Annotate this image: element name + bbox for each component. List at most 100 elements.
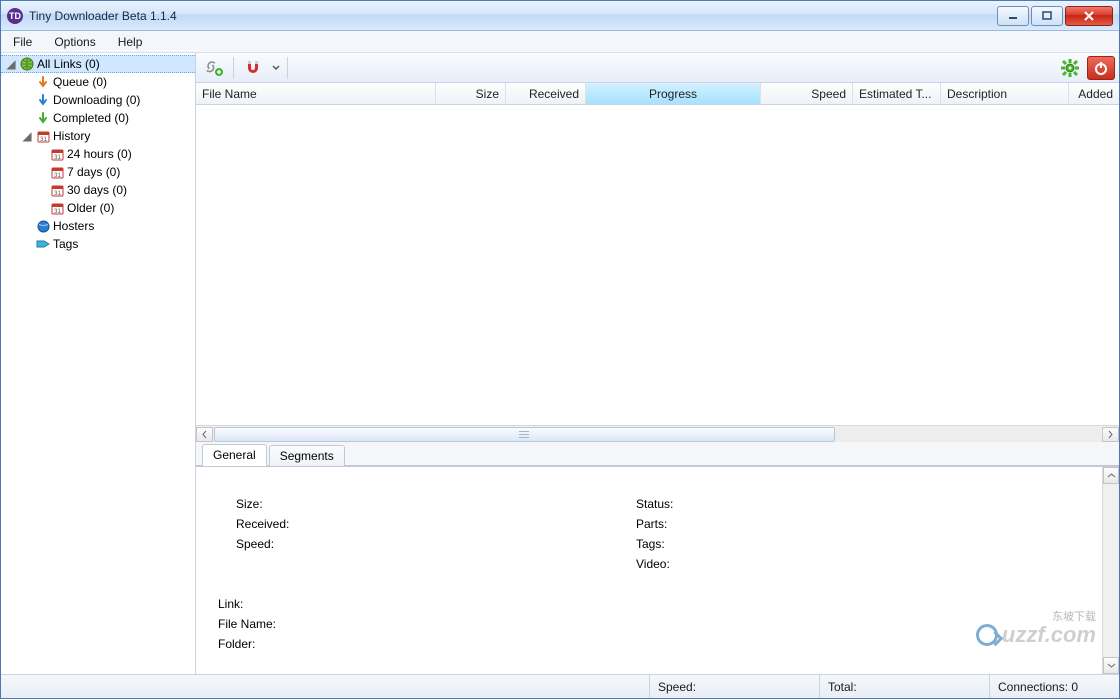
settings-button[interactable] xyxy=(1056,56,1084,80)
add-link-button[interactable] xyxy=(200,56,228,80)
scroll-thumb[interactable] xyxy=(214,427,835,442)
tree-history-7d[interactable]: 31 7 days (0) xyxy=(1,163,195,181)
tree-label: 30 days (0) xyxy=(67,183,127,197)
col-speed[interactable]: Speed xyxy=(761,83,853,104)
scroll-left-arrow[interactable] xyxy=(196,427,213,442)
tab-segments[interactable]: Segments xyxy=(269,445,345,466)
scroll-right-arrow[interactable] xyxy=(1102,427,1119,442)
power-icon xyxy=(1093,60,1109,76)
col-filename[interactable]: File Name xyxy=(196,83,436,104)
tree-label: All Links (0) xyxy=(37,57,100,71)
col-received[interactable]: Received xyxy=(506,83,586,104)
tree-completed[interactable]: Completed (0) xyxy=(1,109,195,127)
menu-options[interactable]: Options xyxy=(50,33,99,51)
app-icon: TD xyxy=(7,8,23,24)
detail-status: Status: xyxy=(636,497,976,517)
scroll-down-arrow[interactable] xyxy=(1103,657,1119,674)
globe-blue-icon xyxy=(35,218,51,234)
tree-hosters[interactable]: Hosters xyxy=(1,217,195,235)
statusbar: Speed: Total: Connections: 0 xyxy=(1,674,1119,698)
grid-header: File Name Size Received Progress Speed E… xyxy=(196,83,1119,105)
sidebar-tree[interactable]: ◢ All Links (0) Queue (0) Downloading (0… xyxy=(1,53,196,674)
tree-label: Tags xyxy=(53,237,78,251)
vertical-scrollbar[interactable] xyxy=(1102,467,1119,674)
tree-label: 7 days (0) xyxy=(67,165,120,179)
tree-label: Queue (0) xyxy=(53,75,107,89)
tree-downloading[interactable]: Downloading (0) xyxy=(1,91,195,109)
col-size[interactable]: Size xyxy=(436,83,506,104)
detail-parts: Parts: xyxy=(636,517,976,537)
tree-history[interactable]: ◢ 31 History xyxy=(1,127,195,145)
close-button[interactable] xyxy=(1065,6,1113,26)
tree-tags[interactable]: Tags xyxy=(1,235,195,253)
col-progress[interactable]: Progress xyxy=(586,83,761,104)
detail-tabs: General Segments xyxy=(196,442,1119,466)
col-added[interactable]: Added xyxy=(1069,83,1119,104)
scroll-track[interactable] xyxy=(214,427,1101,442)
maximize-button[interactable] xyxy=(1031,6,1063,26)
tree-history-older[interactable]: 31 Older (0) xyxy=(1,199,195,217)
body: ◢ All Links (0) Queue (0) Downloading (0… xyxy=(1,53,1119,674)
gear-icon xyxy=(1060,58,1080,78)
tree-label: Downloading (0) xyxy=(53,93,140,107)
scroll-track[interactable] xyxy=(1103,484,1119,657)
titlebar[interactable]: TD Tiny Downloader Beta 1.1.4 xyxy=(1,1,1119,31)
tree-queue[interactable]: Queue (0) xyxy=(1,73,195,91)
scroll-up-arrow[interactable] xyxy=(1103,467,1119,484)
main-area: File Name Size Received Progress Speed E… xyxy=(196,53,1119,674)
tree-history-30d[interactable]: 31 30 days (0) xyxy=(1,181,195,199)
detail-link: Link: xyxy=(218,597,1072,617)
expander-icon[interactable]: ◢ xyxy=(21,129,33,143)
menu-help[interactable]: Help xyxy=(114,33,147,51)
detail-size: Size: xyxy=(236,497,576,517)
status-connections: Connections: 0 xyxy=(989,675,1119,698)
detail-filename: File Name: xyxy=(218,617,1072,637)
detail-general: Size: Received: Speed: Status: Parts: Ta… xyxy=(196,467,1102,674)
calendar-icon: 31 xyxy=(49,182,65,198)
horizontal-scrollbar[interactable] xyxy=(196,425,1119,442)
svg-text:31: 31 xyxy=(54,155,61,161)
menu-file[interactable]: File xyxy=(9,33,36,51)
svg-text:31: 31 xyxy=(54,191,61,197)
expander-icon[interactable]: ◢ xyxy=(5,57,17,71)
detail-video: Video: xyxy=(636,557,976,577)
tree-label: Older (0) xyxy=(67,201,114,215)
toolbar-separator xyxy=(233,57,234,79)
calendar-icon: 31 xyxy=(35,128,51,144)
toolbar xyxy=(196,53,1119,83)
toolbar-separator xyxy=(287,57,288,79)
col-estimated[interactable]: Estimated T... xyxy=(853,83,941,104)
arrow-down-blue-icon xyxy=(35,92,51,108)
tree-label: Hosters xyxy=(53,219,94,233)
arrow-down-green-icon xyxy=(35,110,51,126)
window-controls xyxy=(995,6,1113,26)
detail-folder: Folder: xyxy=(218,637,1072,657)
minimize-button[interactable] xyxy=(997,6,1029,26)
tree-all-links[interactable]: ◢ All Links (0) xyxy=(1,55,195,73)
svg-text:31: 31 xyxy=(54,209,61,215)
grid-body[interactable] xyxy=(196,105,1119,425)
menubar: File Options Help xyxy=(1,31,1119,53)
link-add-icon xyxy=(204,59,224,77)
tree-history-24h[interactable]: 31 24 hours (0) xyxy=(1,145,195,163)
svg-text:31: 31 xyxy=(40,137,47,143)
add-magnet-button[interactable] xyxy=(239,56,267,80)
magnet-icon xyxy=(244,59,262,77)
detail-received: Received: xyxy=(236,517,576,537)
power-button[interactable] xyxy=(1087,56,1115,80)
tag-icon xyxy=(35,236,51,252)
magnet-dropdown[interactable] xyxy=(270,56,282,80)
svg-text:31: 31 xyxy=(54,173,61,179)
status-total: Total: xyxy=(819,675,989,698)
tree-label: History xyxy=(53,129,90,143)
detail-tags: Tags: xyxy=(636,537,976,557)
calendar-icon: 31 xyxy=(49,164,65,180)
tree-label: 24 hours (0) xyxy=(67,147,132,161)
tree-label: Completed (0) xyxy=(53,111,129,125)
window-title: Tiny Downloader Beta 1.1.4 xyxy=(29,9,177,23)
detail-speed: Speed: xyxy=(236,537,576,557)
calendar-icon: 31 xyxy=(49,200,65,216)
app-window: TD Tiny Downloader Beta 1.1.4 File Optio… xyxy=(0,0,1120,699)
tab-general[interactable]: General xyxy=(202,444,267,466)
col-description[interactable]: Description xyxy=(941,83,1069,104)
